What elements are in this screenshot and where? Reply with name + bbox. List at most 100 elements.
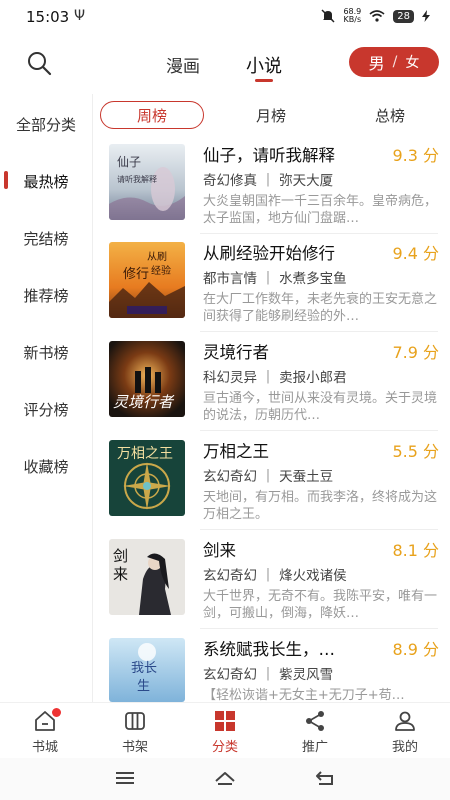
sidebar-divider <box>92 94 93 702</box>
book-cover[interactable]: 我长 生 <box>109 638 185 702</box>
book-cover[interactable]: 万相之王 <box>109 440 185 516</box>
menu-icon[interactable] <box>113 768 137 788</box>
book-item[interactable]: 灵境行者 灵境行者 7.9 分 科幻灵异 ｜ 卖报小郎君 亘古通今，世间从来没有… <box>109 341 439 437</box>
book-score: 8.9 分 <box>392 640 439 659</box>
sidebar-item-new[interactable]: 新书榜 <box>0 342 92 363</box>
notification-dot <box>52 708 61 717</box>
book-title[interactable]: 剑来 <box>203 537 383 561</box>
profile-icon <box>395 711 415 731</box>
sidebar-item-hottest[interactable]: 最热榜 <box>0 171 92 192</box>
wifi-icon <box>369 10 385 22</box>
gender-male[interactable]: 男 <box>369 50 385 74</box>
book-item[interactable]: 仙子 请听我解释 仙子，请听我解释 9.3 分 奇幻修真 ｜ 弥天大厦 大炎皇朝… <box>109 144 439 240</box>
book-meta: 玄幻奇幻 ｜ 天蚕土豆 <box>203 469 334 485</box>
list-divider <box>200 529 438 530</box>
book-score: 9.3 分 <box>392 146 439 165</box>
book-item[interactable]: 剑 来 剑来 8.1 分 玄幻奇幻 ｜ 烽火戏诸侯 大千世界，无奇不有。我陈平安… <box>109 539 439 635</box>
book-meta: 玄幻奇幻 ｜ 烽火戏诸侯 <box>203 568 347 584</box>
sidebar-item-rating[interactable]: 评分榜 <box>0 399 92 420</box>
book-author: 弥天大厦 <box>279 173 334 189</box>
status-bar: 15:03 Ψ 68.9 KB/s 28 <box>0 0 450 36</box>
charging-icon <box>422 10 430 22</box>
category-sidebar: 全部分类 最热榜 完结榜 推荐榜 新书榜 评分榜 收藏榜 <box>0 94 92 702</box>
share-icon <box>306 711 324 731</box>
nav-item-promote[interactable]: 推广 <box>280 709 350 755</box>
book-author: 烽火戏诸侯 <box>279 568 347 584</box>
rank-tab-monthly[interactable]: 月榜 <box>236 101 306 129</box>
book-meta: 奇幻修真 ｜ 弥天大厦 <box>203 173 334 189</box>
tab-novels[interactable]: 小说 <box>246 52 282 78</box>
svg-text:仙子: 仙子 <box>117 155 141 169</box>
book-title[interactable]: 万相之王 <box>203 438 383 462</box>
nav-label: 书架 <box>121 740 148 755</box>
book-item[interactable]: 从刷 经验 修行 从刷经验开始修行 9.4 分 都市言情 ｜ 水煮多宝鱼 在大厂… <box>109 242 439 338</box>
book-title[interactable]: 系统赋我长生，… <box>203 636 383 660</box>
back-icon[interactable] <box>313 768 337 788</box>
nav-label: 分类 <box>211 740 238 755</box>
book-description: 大炎皇朝国祚一千三百余年。皇帝病危，太子监国，地方仙门盘踞… <box>203 194 437 226</box>
book-cover[interactable]: 灵境行者 <box>109 341 185 417</box>
book-score: 9.4 分 <box>392 244 439 263</box>
nav-item-profile[interactable]: 我的 <box>370 709 440 755</box>
book-item[interactable]: 万相之王 万相之王 5.5 分 玄幻奇幻 ｜ 天蚕土豆 天地间，有万相。而我李洛… <box>109 440 439 536</box>
home-button-icon[interactable] <box>213 768 237 788</box>
svg-text:来: 来 <box>113 565 128 583</box>
nav-item-bookshelf[interactable]: 书架 <box>100 709 170 755</box>
book-cover[interactable]: 从刷 经验 修行 <box>109 242 185 318</box>
status-icons: 68.9 KB/s 28 <box>321 8 430 24</box>
svg-text:修行: 修行 <box>123 267 149 282</box>
top-header: 漫画 小说 男 / 女 <box>0 36 450 90</box>
book-description: 在大厂工作数年，未老先衰的王安无意之间获得了能够刷经验的外… <box>203 292 437 324</box>
book-meta: 玄幻奇幻 ｜ 紫灵风雪 <box>203 667 334 683</box>
book-author: 卖报小郎君 <box>279 370 347 386</box>
sidebar-item-completed[interactable]: 完结榜 <box>0 228 92 249</box>
sidebar-item-all[interactable]: 全部分类 <box>0 114 92 135</box>
svg-text:从刷: 从刷 <box>147 251 167 263</box>
bookshelf-icon <box>125 712 145 730</box>
battery-level: 28 <box>393 9 414 23</box>
book-author: 紫灵风雪 <box>279 667 334 683</box>
status-time: 15:03 <box>26 8 70 26</box>
book-score: 8.1 分 <box>392 541 439 560</box>
svg-text:生: 生 <box>137 679 150 694</box>
book-description: 天地间，有万相。而我李洛，终将成为这万相之王。 <box>203 490 437 522</box>
book-genre: 玄幻奇幻 <box>203 469 257 485</box>
search-icon[interactable] <box>26 50 52 76</box>
list-divider <box>200 233 438 234</box>
book-cover[interactable]: 剑 来 <box>109 539 185 615</box>
rank-tab-total[interactable]: 总榜 <box>355 101 425 129</box>
network-speed: 68.9 KB/s <box>343 7 362 24</box>
nav-label: 我的 <box>391 740 418 755</box>
svg-text:我长: 我长 <box>131 661 157 676</box>
svg-text:请听我解释: 请听我解释 <box>117 174 157 184</box>
book-author: 天蚕土豆 <box>279 469 334 485</box>
book-cover[interactable]: 仙子 请听我解释 <box>109 144 185 220</box>
book-genre: 玄幻奇幻 <box>203 568 257 584</box>
usb-icon: Ψ <box>74 8 86 24</box>
book-meta: 都市言情 ｜ 水煮多宝鱼 <box>203 271 347 287</box>
list-divider <box>200 331 438 332</box>
nav-item-category[interactable]: 分类 <box>190 709 260 755</box>
book-title[interactable]: 从刷经验开始修行 <box>203 240 383 264</box>
book-title[interactable]: 仙子，请听我解释 <box>203 142 383 166</box>
nav-item-bookstore[interactable]: 书城 <box>10 708 80 755</box>
book-genre: 奇幻修真 <box>203 173 257 189</box>
gender-separator: / <box>392 54 398 70</box>
rank-tab-weekly[interactable]: 周榜 <box>100 101 204 129</box>
svg-text:经验: 经验 <box>151 264 171 277</box>
svg-text:灵境行者: 灵境行者 <box>113 393 175 411</box>
gender-toggle[interactable]: 男 / 女 <box>349 47 439 77</box>
nav-label: 书城 <box>31 740 58 755</box>
sidebar-item-recommended[interactable]: 推荐榜 <box>0 285 92 306</box>
book-description: 亘古通今，世间从来没有灵境。关于灵境的说法，历朝历代… <box>203 391 437 423</box>
category-icon <box>215 711 235 731</box>
svg-text:剑: 剑 <box>113 547 128 565</box>
list-divider <box>200 430 438 431</box>
book-score: 5.5 分 <box>392 442 439 461</box>
sidebar-item-favorites[interactable]: 收藏榜 <box>0 456 92 477</box>
system-nav-bar <box>0 758 450 800</box>
book-genre: 都市言情 <box>203 271 257 287</box>
tab-comics[interactable]: 漫画 <box>166 52 200 77</box>
book-title[interactable]: 灵境行者 <box>203 339 383 363</box>
gender-female[interactable]: 女 <box>405 52 419 72</box>
